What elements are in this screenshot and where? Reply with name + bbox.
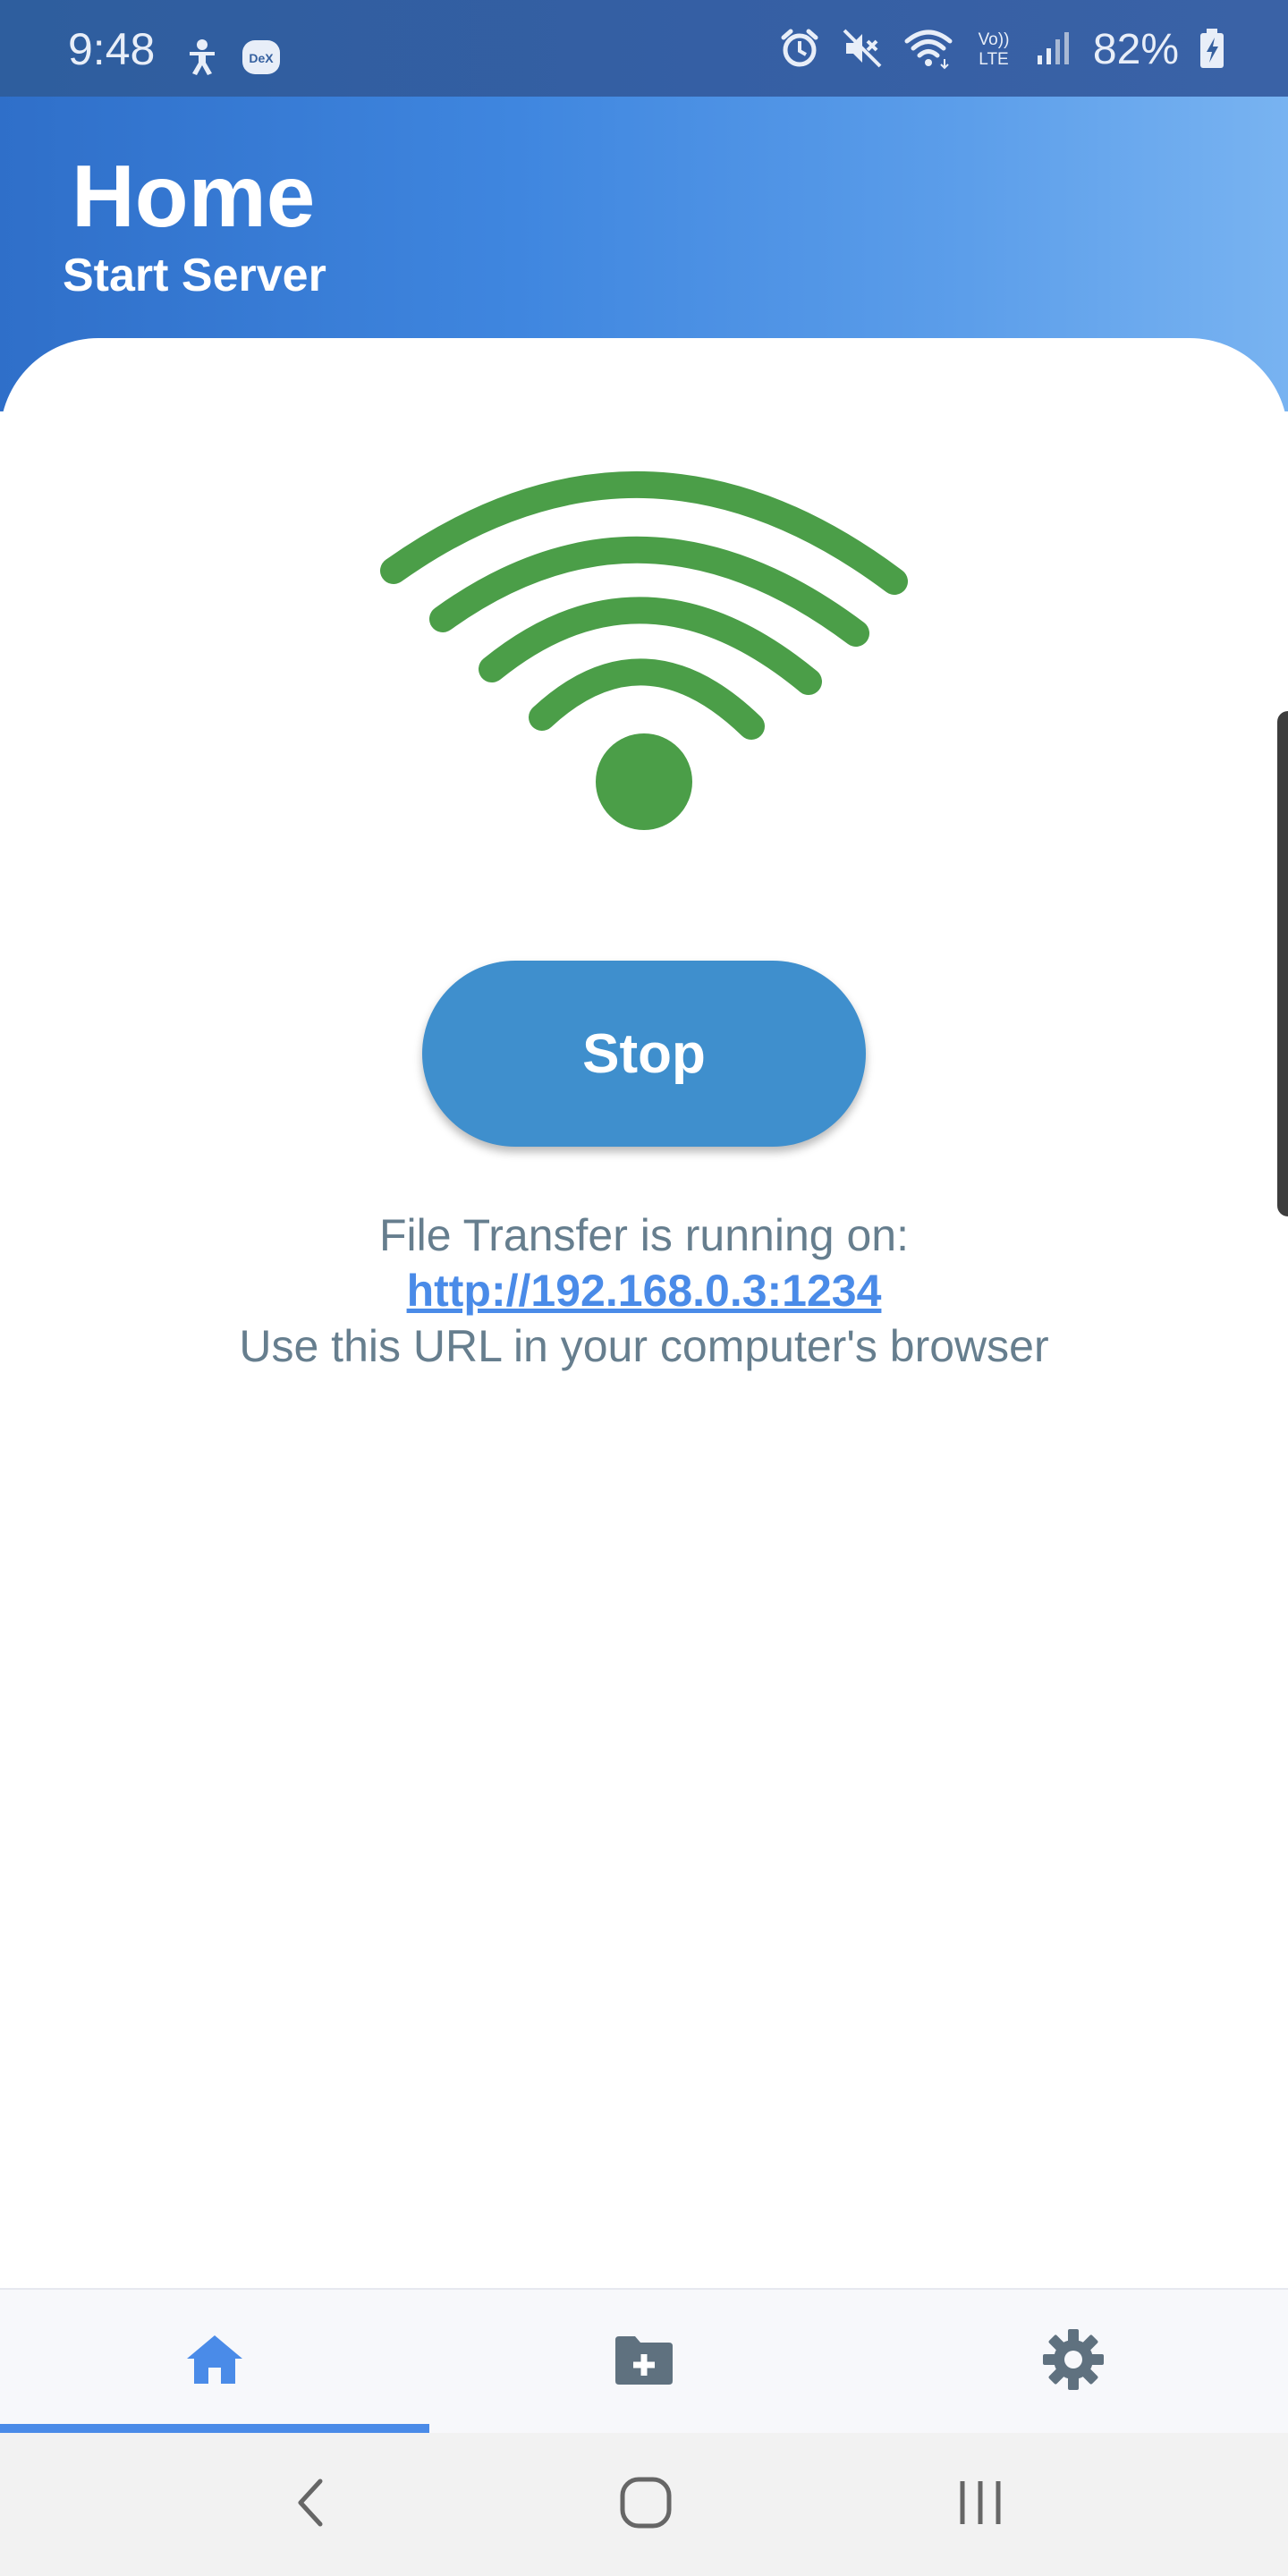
home-button[interactable] bbox=[601, 2469, 691, 2540]
battery-charging-icon bbox=[1199, 27, 1225, 74]
home-icon bbox=[183, 2332, 246, 2392]
volte-label-bottom: LTE bbox=[979, 50, 1008, 69]
wifi-status-icon bbox=[367, 447, 921, 841]
status-time: 9:48 bbox=[68, 24, 156, 74]
info-instructions: Use this URL in your computer's browser bbox=[239, 1321, 1049, 1371]
edge-panel-handle[interactable] bbox=[1277, 711, 1288, 1216]
stop-button[interactable]: Stop bbox=[422, 961, 866, 1147]
dex-icon: DeX bbox=[242, 39, 281, 80]
nav-item-home[interactable] bbox=[0, 2290, 429, 2433]
nav-item-settings[interactable] bbox=[859, 2290, 1288, 2433]
recents-icon bbox=[953, 2478, 1007, 2532]
dex-label: DeX bbox=[249, 51, 274, 65]
volte-icon: Vo)) LTE bbox=[973, 27, 1014, 74]
gear-icon bbox=[1041, 2327, 1106, 2396]
nav-active-indicator bbox=[0, 2424, 429, 2433]
status-bar: 9:48 DeX Vo)) LTE 82% bbox=[0, 0, 1288, 97]
folder-add-icon bbox=[612, 2333, 676, 2391]
home-circle-icon bbox=[619, 2476, 673, 2534]
page-subtitle: Start Server bbox=[63, 250, 326, 301]
server-url-link[interactable]: http://192.168.0.3:1234 bbox=[407, 1263, 882, 1318]
battery-percent: 82% bbox=[1092, 26, 1179, 73]
info-running-label: File Transfer is running on: bbox=[379, 1210, 909, 1260]
wifi-icon bbox=[903, 27, 953, 74]
page-title: Home bbox=[72, 147, 316, 245]
bottom-navigation bbox=[0, 2288, 1288, 2433]
mute-icon bbox=[841, 27, 884, 74]
signal-icon bbox=[1034, 29, 1073, 72]
accessibility-icon bbox=[182, 38, 222, 81]
server-info: File Transfer is running on: http://192.… bbox=[0, 1208, 1288, 1374]
back-icon bbox=[293, 2476, 329, 2534]
nav-item-add-folder[interactable] bbox=[429, 2290, 859, 2433]
volte-label-top: Vo)) bbox=[978, 30, 1009, 49]
back-button[interactable] bbox=[267, 2469, 356, 2540]
alarm-icon bbox=[778, 27, 821, 74]
recents-button[interactable] bbox=[936, 2469, 1025, 2540]
status-right-group: Vo)) LTE 82% bbox=[778, 23, 1225, 77]
system-navigation-bar bbox=[0, 2433, 1288, 2576]
